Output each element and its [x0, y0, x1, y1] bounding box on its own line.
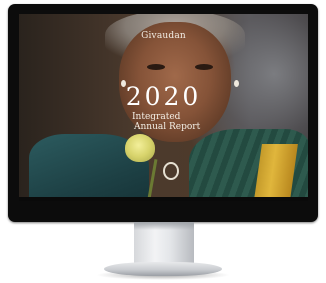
screen-bottom-edge: [19, 197, 308, 201]
report-year: 2020: [125, 82, 202, 111]
monitor-screen: Givaudan 2020 Integrated Annual Report: [19, 14, 308, 201]
monitor-stand-bend: [134, 222, 194, 230]
brand-logo-text: Givaudan: [141, 31, 186, 41]
cover-photo-eye-right: [195, 64, 213, 70]
subtitle-line-1: Integrated: [132, 112, 181, 122]
pendant-icon: [163, 162, 179, 180]
cover-photo-eye-left: [147, 64, 165, 70]
report-subtitle: Integrated Annual Report: [132, 112, 200, 132]
monitor-mockup: Givaudan 2020 Integrated Annual Report: [0, 0, 326, 283]
subtitle-line-2: Annual Report: [134, 122, 201, 132]
flower-icon: [125, 134, 155, 162]
monitor-stand-base: [104, 262, 222, 276]
